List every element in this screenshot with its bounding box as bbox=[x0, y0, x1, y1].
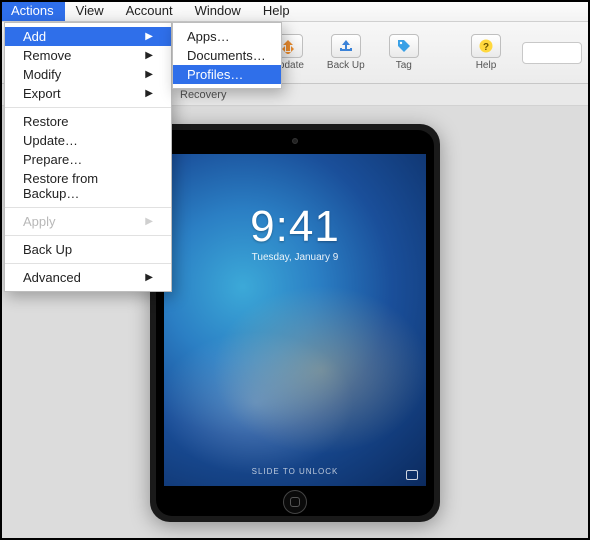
menu-item-restore-label: Restore bbox=[23, 114, 69, 129]
submenu-item-documents[interactable]: Documents… bbox=[173, 46, 281, 65]
menu-item-modify[interactable]: Modify ▶ bbox=[5, 65, 171, 84]
backup-tray-icon bbox=[331, 34, 361, 58]
lock-screen-camera-icon bbox=[406, 470, 418, 480]
menu-item-update[interactable]: Update… bbox=[5, 131, 171, 150]
menu-item-remove-label: Remove bbox=[23, 48, 71, 63]
menu-view[interactable]: View bbox=[65, 0, 115, 21]
menu-item-back-up-label: Back Up bbox=[23, 242, 72, 257]
menu-item-advanced-label: Advanced bbox=[23, 270, 81, 285]
menu-item-apply-label: Apply bbox=[23, 214, 56, 229]
lock-screen-unlock-hint: SLIDE TO UNLOCK bbox=[164, 467, 426, 476]
add-submenu: Apps… Documents… Profiles… bbox=[172, 22, 282, 89]
toolbar-tag-label: Tag bbox=[396, 60, 412, 71]
search-input[interactable] bbox=[522, 42, 582, 64]
help-question-icon: ? bbox=[471, 34, 501, 58]
submenu-arrow-icon: ▶ bbox=[145, 272, 153, 283]
submenu-arrow-icon: ▶ bbox=[145, 50, 153, 61]
toolbar-backup-button[interactable]: Back Up bbox=[324, 34, 368, 71]
menu-item-back-up[interactable]: Back Up bbox=[5, 240, 171, 259]
lock-screen-time: 9:41 bbox=[164, 202, 426, 252]
menu-item-restore-backup-label: Restore from Backup… bbox=[23, 171, 153, 201]
submenu-arrow-icon: ▶ bbox=[145, 216, 153, 227]
menu-help[interactable]: Help bbox=[252, 0, 301, 21]
menu-item-add-label: Add bbox=[23, 29, 46, 44]
menu-item-modify-label: Modify bbox=[23, 67, 61, 82]
menu-actions[interactable]: Actions bbox=[0, 0, 65, 21]
ipad-home-button-icon bbox=[283, 490, 307, 514]
menu-item-export[interactable]: Export ▶ bbox=[5, 84, 171, 103]
ipad-front-camera-icon bbox=[292, 138, 298, 144]
submenu-arrow-icon: ▶ bbox=[145, 69, 153, 80]
lock-screen-date: Tuesday, January 9 bbox=[164, 252, 426, 263]
submenu-item-profiles[interactable]: Profiles… bbox=[173, 65, 281, 84]
menu-item-export-label: Export bbox=[23, 86, 61, 101]
actions-dropdown: Add ▶ Remove ▶ Modify ▶ Export ▶ Restore… bbox=[4, 22, 172, 292]
menu-item-restore[interactable]: Restore bbox=[5, 112, 171, 131]
menu-item-add[interactable]: Add ▶ bbox=[5, 27, 171, 46]
menu-item-restore-from-backup[interactable]: Restore from Backup… bbox=[5, 169, 171, 203]
submenu-arrow-icon: ▶ bbox=[145, 31, 153, 42]
menu-item-advanced[interactable]: Advanced ▶ bbox=[5, 268, 171, 287]
menu-item-remove[interactable]: Remove ▶ bbox=[5, 46, 171, 65]
menu-item-apply: Apply ▶ bbox=[5, 212, 171, 231]
submenu-arrow-icon: ▶ bbox=[145, 88, 153, 99]
menu-item-update-label: Update… bbox=[23, 133, 78, 148]
recovery-mode-label: Recovery bbox=[180, 89, 226, 101]
toolbar-help-button[interactable]: ? Help bbox=[464, 34, 508, 71]
toolbar-tag-button[interactable]: Tag bbox=[382, 34, 426, 71]
menu-item-prepare-label: Prepare… bbox=[23, 152, 82, 167]
ipad-lock-screen: 9:41 Tuesday, January 9 SLIDE TO UNLOCK bbox=[164, 154, 426, 486]
toolbar-backup-label: Back Up bbox=[327, 60, 365, 71]
menu-window[interactable]: Window bbox=[184, 0, 252, 21]
menu-item-prepare[interactable]: Prepare… bbox=[5, 150, 171, 169]
tag-icon bbox=[389, 34, 419, 58]
toolbar-help-label: Help bbox=[476, 60, 497, 71]
menu-bar: Actions View Account Window Help bbox=[0, 0, 590, 22]
submenu-item-apps[interactable]: Apps… bbox=[173, 27, 281, 46]
menu-account[interactable]: Account bbox=[115, 0, 184, 21]
device-preview-ipad: 9:41 Tuesday, January 9 SLIDE TO UNLOCK bbox=[150, 124, 440, 522]
svg-text:?: ? bbox=[483, 42, 489, 53]
